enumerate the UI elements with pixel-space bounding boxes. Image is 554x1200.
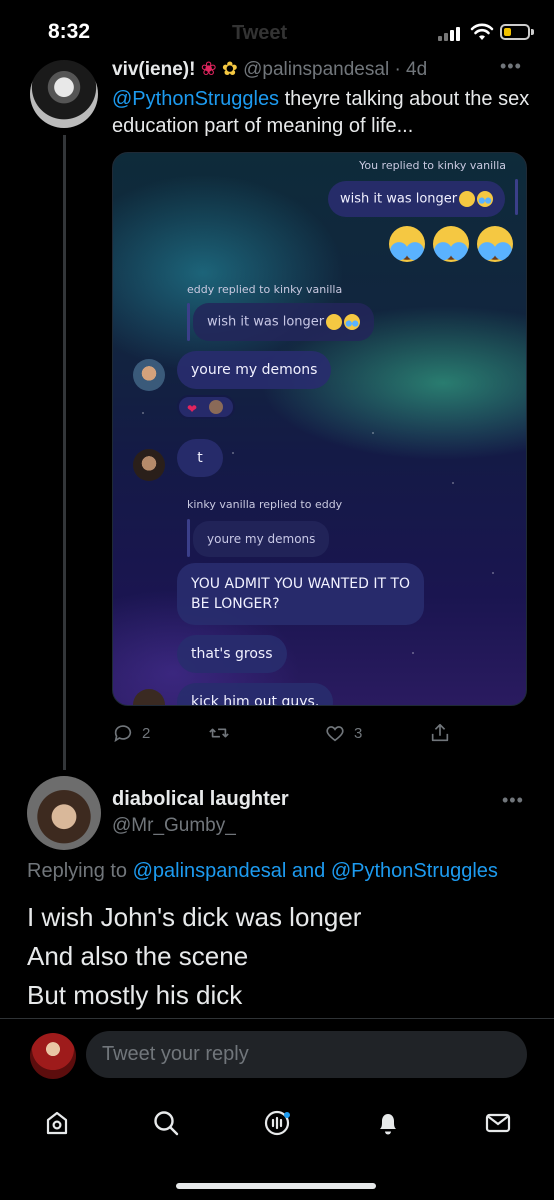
flower-emoji-icon: ❀ [200,59,217,80]
reply-caption: You replied to kinky vanilla [359,159,506,172]
chat-bubble: that's gross [177,635,287,673]
more-options-icon[interactable]: ••• [502,790,524,811]
messages-icon [485,1113,511,1133]
reactor-avatar [209,400,223,414]
reply-count: 2 [142,724,151,742]
bottom-nav [0,1095,554,1155]
nav-search[interactable] [146,1103,186,1143]
battery-icon [500,24,534,40]
display-name[interactable]: diabolical laughter [112,788,289,811]
quoted-bubble: wish it was longer [193,303,375,341]
bubble-text: wish it was longer [340,191,458,207]
bubble-text-line: YOU ADMIT YOU WANTED IT TO [191,576,411,592]
tweet-header: viv(iene)! ❀ ✿ @palinspandesal · 4d [112,58,532,80]
handle[interactable]: @palinspandesal [243,59,389,80]
chat-bubble: kick him out guys. [177,683,334,705]
avatar[interactable] [27,776,101,850]
home-icon [46,1111,68,1135]
share-button[interactable] [429,718,451,748]
replying-to: Replying to @palinspandesal and @PythonS… [27,860,498,883]
reply-icon [114,725,132,743]
status-bar: 8:32 Tweet [0,0,554,62]
bubble-text-line: BE LONGER? [191,596,280,612]
tweet-text-line: And also the scene [27,941,249,971]
reaction-pill: ❤ [177,395,235,419]
more-options-icon[interactable]: ••• [500,56,522,77]
tweet-text-line: But mostly his dick [27,980,243,1010]
mention-link[interactable]: @palinspandesal [133,860,287,882]
header-title-ghost: Tweet [232,22,288,44]
chat-bubble: wish it was longer [328,181,506,217]
bubble-text: wish it was longer [207,314,325,330]
sender-avatar [133,449,165,481]
chat-bubble: t [177,439,223,477]
like-count: 3 [354,724,363,742]
reply-caption: kinky vanilla replied to eddy [187,498,343,511]
handle[interactable]: @Mr_Gumby_ [112,815,236,837]
loudly-crying-emoji-icon [433,226,469,262]
notifications-icon [380,1114,396,1135]
sender-avatar [133,359,165,391]
sunflower-emoji-icon: ✿ [221,59,238,80]
tweet-text: @PythonStruggles theyre talking about th… [112,86,532,140]
own-avatar[interactable] [30,1033,76,1079]
wifi-icon [470,23,494,40]
signal-icon [438,26,462,41]
quote-bar [187,303,190,341]
mention-link[interactable]: @PythonStruggles [331,860,498,882]
chat-bubble: YOU ADMIT YOU WANTED IT TO BE LONGER? [177,563,425,625]
reply-button[interactable]: 2 [112,718,150,748]
nav-spaces[interactable] [257,1103,297,1143]
quote-bar [515,179,518,215]
status-time: 8:32 [48,20,91,43]
retweet-icon [209,728,229,738]
retweet-button[interactable] [208,718,238,748]
display-name[interactable]: viv(iene)! [112,59,195,80]
spaces-icon [264,1110,290,1136]
reply-box[interactable] [86,1031,527,1078]
loudly-crying-emoji-icon [477,226,513,262]
quote-bar [187,519,190,557]
heart-reaction-icon: ❤ [187,402,198,416]
tweet-media-image[interactable]: You replied to kinky vanilla wish it was… [112,152,527,706]
home-indicator [176,1183,376,1189]
thread-line [63,135,66,770]
heart-icon [326,726,344,742]
tweet-actions: 2 3 [112,718,527,748]
avatar[interactable] [30,60,98,128]
search-icon [154,1111,179,1136]
nav-messages[interactable] [478,1103,518,1143]
crying-emoji-icon [477,191,494,207]
like-button[interactable]: 3 [324,718,362,748]
replying-prefix: Replying to [27,860,133,882]
replying-and: and [286,860,331,882]
tweet-text-line: I wish John's dick was longer [27,902,362,932]
reply-input[interactable] [86,1031,527,1078]
pleading-emoji-icon [459,191,476,207]
pleading-emoji-icon [326,314,343,330]
nav-notifications[interactable] [368,1103,408,1143]
chat-bubble: youre my demons [177,351,332,389]
divider [0,1018,554,1019]
mention-link[interactable]: @PythonStruggles [112,88,279,110]
quoted-bubble: youre my demons [193,521,330,557]
share-icon [431,723,449,742]
timestamp: · 4d [394,59,428,80]
loudly-crying-emoji-icon [389,226,425,262]
nav-home[interactable] [37,1103,77,1143]
tweet-text: I wish John's dick was longer And also t… [27,898,361,1015]
reply-caption: eddy replied to kinky vanilla [187,283,343,296]
crying-emoji-icon [344,314,361,330]
